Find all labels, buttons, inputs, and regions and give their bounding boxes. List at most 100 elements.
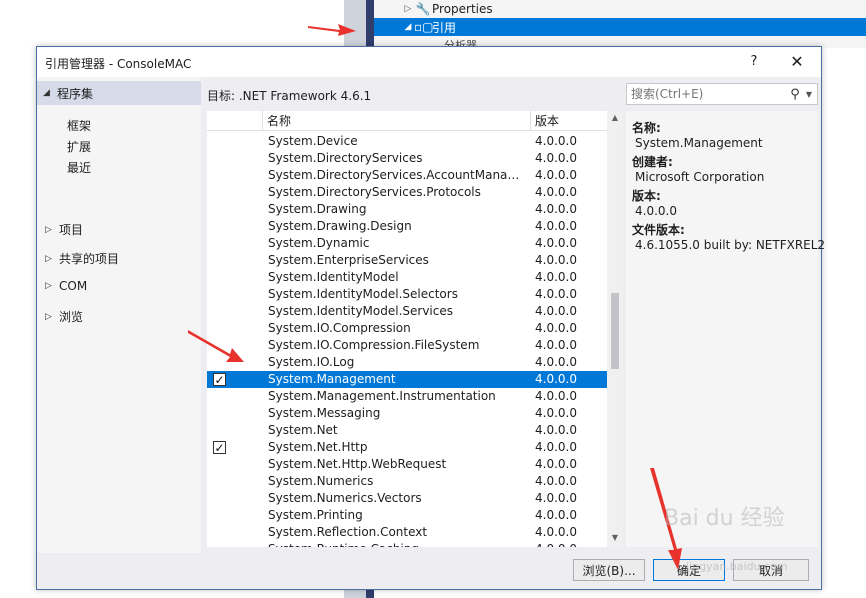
checkbox[interactable]	[213, 203, 226, 216]
expand-arrow-icon: ▷	[45, 311, 52, 322]
checkbox[interactable]	[213, 237, 226, 250]
checkbox[interactable]	[213, 288, 226, 301]
checkbox[interactable]	[213, 135, 226, 148]
assembly-version: 4.0.0.0	[535, 219, 577, 233]
tree-item-references[interactable]: ◢ ▫▢ 引用	[374, 18, 866, 36]
checkbox[interactable]	[213, 254, 226, 267]
list-item[interactable]: System.EnterpriseServices 4.0.0.0	[207, 252, 607, 269]
list-item[interactable]: System.IdentityModel 4.0.0.0	[207, 269, 607, 286]
checkbox[interactable]	[213, 526, 226, 539]
nav-sub-framework[interactable]: 框架	[67, 117, 91, 134]
list-item[interactable]: System.Printing 4.0.0.0	[207, 507, 607, 524]
list-item[interactable]: System.IdentityModel.Services 4.0.0.0	[207, 303, 607, 320]
nav-item-com[interactable]: ▷ COM	[45, 279, 87, 293]
checkbox[interactable]	[213, 424, 226, 437]
checkbox[interactable]	[213, 220, 226, 233]
close-button[interactable]: ✕	[785, 51, 809, 73]
checkbox[interactable]	[213, 458, 226, 471]
checkbox[interactable]	[213, 390, 226, 403]
list-scrollbar[interactable]: ▲ ▼	[607, 111, 623, 547]
list-item[interactable]: System.Management.Instrumentation 4.0.0.0	[207, 388, 607, 405]
nav-item-shared-projects[interactable]: ▷ 共享的项目	[45, 250, 119, 267]
list-item[interactable]: System.Numerics.Vectors 4.0.0.0	[207, 490, 607, 507]
assembly-version: 4.0.0.0	[535, 287, 577, 301]
list-item[interactable]: System.IO.Log 4.0.0.0	[207, 354, 607, 371]
assembly-version: 4.0.0.0	[535, 202, 577, 216]
scroll-up-icon[interactable]: ▲	[607, 113, 623, 122]
list-item[interactable]: System.Net 4.0.0.0	[207, 422, 607, 439]
assembly-name: System.Numerics.Vectors	[268, 491, 422, 505]
list-item[interactable]: System.Numerics 4.0.0.0	[207, 473, 607, 490]
checkbox[interactable]	[213, 492, 226, 505]
detail-creator-value: Microsoft Corporation	[635, 170, 765, 184]
scroll-down-icon[interactable]: ▼	[607, 533, 623, 542]
expand-arrow-icon[interactable]: ▷	[402, 4, 414, 14]
assembly-version: 4.0.0.0	[535, 253, 577, 267]
assembly-version: 4.0.0.0	[535, 304, 577, 318]
help-button[interactable]: ?	[743, 51, 765, 73]
assembly-name: System.Reflection.Context	[268, 525, 428, 539]
checkbox[interactable]	[213, 186, 226, 199]
list-header: 名称 版本	[207, 111, 607, 131]
column-header-name[interactable]: 名称	[263, 111, 531, 131]
list-item[interactable]: System.Device 4.0.0.0	[207, 133, 607, 150]
checkbox[interactable]	[213, 509, 226, 522]
list-item[interactable]: System.Dynamic 4.0.0.0	[207, 235, 607, 252]
nav-item-assemblies[interactable]: ◢ 程序集	[37, 81, 201, 105]
assembly-list[interactable]: 名称 版本 System.Device 4.0.0.0 System.Directo…	[207, 111, 607, 547]
checkbox[interactable]	[213, 152, 226, 165]
assembly-version: 4.0.0.0	[535, 423, 577, 437]
list-item[interactable]: System.Net.Http.WebRequest 4.0.0.0	[207, 456, 607, 473]
detail-version-key: 版本:	[632, 189, 661, 203]
tree-item-properties[interactable]: ▷ 🔧 Properties	[374, 0, 866, 18]
checkbox[interactable]	[213, 407, 226, 420]
detail-name-value: System.Management	[635, 136, 763, 150]
annotation-arrow-icon	[308, 24, 356, 36]
search-icon[interactable]: ⚲	[787, 87, 803, 102]
assembly-name: System.Dynamic	[268, 236, 370, 250]
assembly-version: 4.0.0.0	[535, 168, 577, 182]
nav-sub-recent[interactable]: 最近	[67, 159, 91, 176]
list-item[interactable]: System.IO.Compression 4.0.0.0	[207, 320, 607, 337]
collapse-arrow-icon[interactable]: ◢	[402, 22, 414, 32]
checkbox-checked-icon[interactable]: ✓	[213, 373, 226, 386]
watermark-url: jingyan.baidu.com	[686, 560, 788, 573]
solution-tree: ▷ 🔧 Properties ◢ ▫▢ 引用 分析器	[374, 0, 866, 52]
checkbox[interactable]	[213, 271, 226, 284]
nav-item-projects[interactable]: ▷ 项目	[45, 221, 83, 238]
scroll-thumb[interactable]	[611, 293, 619, 369]
assembly-name: System.IO.Compression	[268, 321, 411, 335]
assembly-version: 4.0.0.0	[535, 508, 577, 522]
nav-item-browse[interactable]: ▷ 浏览	[45, 308, 83, 325]
checkbox[interactable]	[213, 305, 226, 318]
checkbox[interactable]	[213, 475, 226, 488]
wrench-icon: 🔧	[415, 2, 431, 16]
list-item[interactable]: System.Messaging 4.0.0.0	[207, 405, 607, 422]
assembly-version: 4.0.0.0	[535, 541, 577, 547]
list-item[interactable]: System.Drawing 4.0.0.0	[207, 201, 607, 218]
list-item[interactable]: System.Drawing.Design 4.0.0.0	[207, 218, 607, 235]
assembly-name: System.Net	[268, 423, 338, 437]
assembly-version: 4.0.0.0	[535, 185, 577, 199]
search-input[interactable]	[627, 86, 787, 102]
assembly-version: 4.0.0.0	[535, 474, 577, 488]
assembly-name: System.DirectoryServices.AccountManageme…	[268, 168, 524, 182]
checkbox-checked-icon[interactable]: ✓	[213, 441, 226, 454]
column-header-version[interactable]: 版本	[531, 111, 607, 131]
list-item[interactable]: System.IO.Compression.FileSystem 4.0.0.0	[207, 337, 607, 354]
list-item[interactable]: System.Reflection.Context 4.0.0.0	[207, 524, 607, 541]
search-box[interactable]: ⚲ ▼	[626, 83, 818, 105]
list-item[interactable]: System.DirectoryServices.AccountManageme…	[207, 167, 607, 184]
list-item[interactable]: System.Runtime.Caching 4.0.0.0	[207, 541, 607, 547]
nav-sub-extensions[interactable]: 扩展	[67, 138, 91, 155]
checkbox[interactable]	[213, 169, 226, 182]
list-item[interactable]: System.IdentityModel.Selectors 4.0.0.0	[207, 286, 607, 303]
assembly-version: 4.0.0.0	[535, 270, 577, 284]
browse-button[interactable]: 浏览(B)...	[573, 559, 645, 581]
list-item[interactable]: System.DirectoryServices 4.0.0.0	[207, 150, 607, 167]
list-item[interactable]: ✓ System.Net.Http 4.0.0.0	[207, 439, 607, 456]
checkbox[interactable]	[213, 543, 226, 547]
chevron-down-icon[interactable]: ▼	[803, 90, 815, 99]
list-item[interactable]: System.DirectoryServices.Protocols 4.0.0.…	[207, 184, 607, 201]
list-item[interactable]: ✓ System.Management 4.0.0.0	[207, 371, 607, 388]
